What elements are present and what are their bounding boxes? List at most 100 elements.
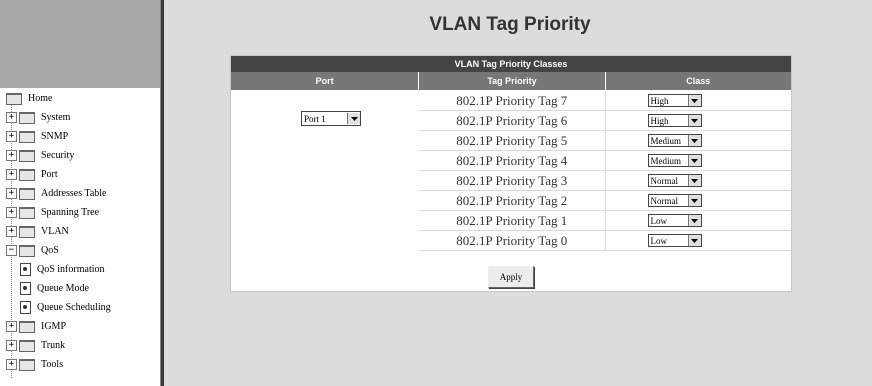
class-select-value: Medium (650, 155, 682, 166)
class-select[interactable]: Medium (647, 134, 702, 147)
sidebar-item-qos[interactable]: − QoS (6, 242, 59, 259)
sidebar-item-home[interactable]: Home (6, 90, 52, 107)
class-select-value: Normal (650, 195, 679, 206)
tag-priority-cell: 802.1P Priority Tag 2 (419, 191, 606, 210)
tag-priority-cell: 802.1P Priority Tag 6 (419, 111, 606, 130)
chevron-down-icon[interactable] (687, 215, 701, 226)
class-select-value: High (650, 115, 669, 126)
sidebar-item-addresses-table[interactable]: + Addresses Table (6, 185, 107, 202)
sidebar-item-label: Queue Mode (37, 283, 89, 294)
sidebar-item-queue-scheduling[interactable]: Queue Scheduling (20, 299, 111, 316)
column-header-class: Class (686, 76, 711, 86)
frame-divider[interactable] (161, 0, 164, 386)
chevron-down-icon[interactable] (687, 135, 701, 146)
sidebar-item-label: IGMP (41, 321, 67, 332)
class-select-value: High (650, 95, 669, 106)
class-select[interactable]: Low (647, 214, 702, 227)
page-icon (20, 282, 31, 295)
priority-rows: 802.1P Priority Tag 7 High 802.1P Priori… (419, 91, 791, 251)
plus-icon[interactable]: + (6, 112, 17, 123)
table-row: 802.1P Priority Tag 5 Medium (419, 131, 791, 151)
sidebar-item-label: Security (41, 150, 75, 161)
sidebar-item-label: QoS (41, 245, 59, 256)
chevron-down-icon[interactable] (347, 113, 360, 124)
class-select[interactable]: Low (647, 234, 702, 247)
folder-icon (19, 187, 35, 200)
sidebar-item-snmp[interactable]: + SNMP (6, 128, 68, 145)
class-select-value: Low (650, 215, 668, 226)
plus-icon[interactable]: + (6, 131, 17, 142)
table-row: 802.1P Priority Tag 7 High (419, 91, 791, 111)
sidebar-item-queue-mode[interactable]: Queue Mode (20, 280, 89, 297)
class-select[interactable]: High (647, 114, 702, 127)
plus-icon[interactable]: + (6, 226, 17, 237)
apply-button[interactable]: Apply (488, 266, 534, 288)
logo-banner (0, 0, 161, 88)
sidebar-item-port[interactable]: + Port (6, 166, 58, 183)
folder-icon (19, 339, 35, 352)
sidebar-item-vlan[interactable]: + VLAN (6, 223, 69, 240)
sidebar-item-igmp[interactable]: + IGMP (6, 318, 66, 335)
sidebar-item-label: SNMP (41, 131, 69, 142)
sidebar-item-security[interactable]: + Security (6, 147, 74, 164)
sidebar-item-tools[interactable]: + Tools (6, 356, 63, 373)
plus-icon[interactable]: + (6, 340, 17, 351)
tag-priority-cell: 802.1P Priority Tag 1 (419, 211, 606, 230)
table-header-row: Port Tag Priority Class (231, 72, 791, 90)
sidebar-item-qos-information[interactable]: QoS information (20, 261, 105, 278)
sidebar-item-label: Trunk (41, 340, 66, 351)
table-row: 802.1P Priority Tag 2 Normal (419, 191, 791, 211)
folder-icon (19, 130, 35, 143)
chevron-down-icon[interactable] (687, 235, 701, 246)
sidebar-item-label: Queue Scheduling (37, 302, 111, 313)
class-select[interactable]: Medium (647, 154, 702, 167)
port-select[interactable]: Port 1 (301, 111, 361, 126)
page-title: VLAN Tag Priority (429, 14, 591, 35)
table-row: 802.1P Priority Tag 3 Normal (419, 171, 791, 191)
folder-icon (19, 168, 35, 181)
class-select[interactable]: High (647, 94, 702, 107)
plus-icon[interactable]: + (6, 321, 17, 332)
sidebar-item-label: Tools (41, 359, 64, 370)
tag-priority-cell: 802.1P Priority Tag 5 (419, 131, 606, 150)
folder-icon (6, 92, 22, 105)
priority-classes-panel: VLAN Tag Priority Classes Port Tag Prior… (230, 55, 792, 292)
chevron-down-icon[interactable] (687, 195, 701, 206)
sidebar-item-system[interactable]: + System (6, 109, 70, 126)
table-row: 802.1P Priority Tag 6 High (419, 111, 791, 131)
plus-icon[interactable]: + (6, 207, 17, 218)
plus-icon[interactable]: + (6, 150, 17, 161)
column-header-tag-priority: Tag Priority (419, 72, 606, 90)
sidebar-item-label: Addresses Table (41, 188, 107, 199)
class-select[interactable]: Normal (647, 194, 702, 207)
chevron-down-icon[interactable] (687, 175, 701, 186)
class-select-value: Medium (650, 135, 682, 146)
sidebar-item-label: Home (28, 93, 53, 104)
folder-icon (19, 111, 35, 124)
folder-icon (19, 225, 35, 238)
chevron-down-icon[interactable] (687, 115, 701, 126)
sidebar-item-spanning-tree[interactable]: + Spanning Tree (6, 204, 99, 221)
open-folder-icon (19, 244, 35, 257)
folder-icon (19, 149, 35, 162)
table-row: 802.1P Priority Tag 1 Low (419, 211, 791, 231)
column-header-port: Port (231, 72, 420, 90)
minus-icon[interactable]: − (6, 245, 17, 256)
tag-priority-cell: 802.1P Priority Tag 7 (419, 91, 606, 110)
port-select-value: Port 1 (304, 113, 326, 124)
sidebar-item-label: System (41, 112, 71, 123)
sidebar-item-label: Port (41, 169, 58, 180)
class-select-value: Normal (650, 175, 679, 186)
plus-icon[interactable]: + (6, 359, 17, 370)
sidebar-item-label: Spanning Tree (41, 207, 100, 218)
page-icon (20, 301, 31, 314)
table-title: VLAN Tag Priority Classes (231, 56, 791, 72)
plus-icon[interactable]: + (6, 188, 17, 199)
plus-icon[interactable]: + (6, 169, 17, 180)
sidebar-item-label: QoS information (37, 264, 105, 275)
class-select[interactable]: Normal (647, 174, 702, 187)
class-select-value: Low (650, 235, 668, 246)
sidebar-item-trunk[interactable]: + Trunk (6, 337, 65, 354)
chevron-down-icon[interactable] (687, 95, 701, 106)
chevron-down-icon[interactable] (687, 155, 701, 166)
